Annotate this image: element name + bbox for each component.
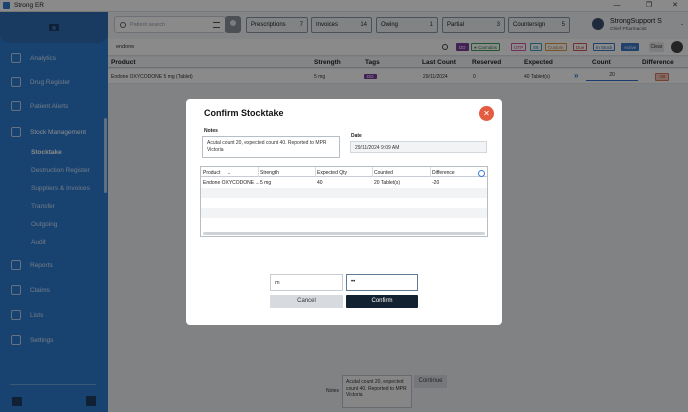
row-counted: 20 Tablet(s) xyxy=(374,180,401,186)
confirm-stocktake-dialog: Confirm Stocktake ✕ Notes Acutal count 2… xyxy=(186,99,502,325)
stocktake-summary-table: Product ⌄ Strength Expected Qty Counted … xyxy=(200,166,488,237)
confirm-button[interactable]: Confirm xyxy=(346,295,418,308)
gear-icon[interactable] xyxy=(478,170,485,177)
date-label: Date xyxy=(351,133,362,139)
col-expected-qty[interactable]: Expected Qty xyxy=(317,170,347,176)
cancel-button[interactable]: Cancel xyxy=(270,295,343,308)
password-input[interactable]: •• xyxy=(346,274,418,291)
dialog-title: Confirm Stocktake xyxy=(204,108,284,118)
col-strength[interactable]: Strength xyxy=(260,170,279,176)
username-input[interactable]: m xyxy=(270,274,343,291)
sort-chevron-icon[interactable]: ⌄ xyxy=(227,170,231,176)
row-product: Endone OXYCODONE ... xyxy=(203,180,260,186)
close-dialog-button[interactable]: ✕ xyxy=(479,106,494,121)
empty-row xyxy=(201,188,487,198)
horizontal-scrollbar[interactable] xyxy=(203,232,485,235)
empty-row xyxy=(201,218,487,228)
date-field: 29/11/2024 9:09 AM xyxy=(350,141,487,153)
col-product[interactable]: Product xyxy=(203,170,220,176)
col-difference[interactable]: Difference xyxy=(432,170,455,176)
row-strength: 5 mg xyxy=(260,180,272,186)
empty-row xyxy=(201,198,487,208)
empty-row xyxy=(201,208,487,218)
row-difference: -20 xyxy=(432,180,440,186)
notes-field[interactable]: Acutal count 20, expected count 40. Repo… xyxy=(202,136,340,158)
col-counted[interactable]: Counted xyxy=(374,170,393,176)
notes-label: Notes xyxy=(204,128,218,134)
table-row[interactable]: Endone OXYCODONE ... 5 mg 40 20 Tablet(s… xyxy=(201,178,487,188)
summary-table-header: Product ⌄ Strength Expected Qty Counted … xyxy=(201,167,487,177)
row-expected: 40 xyxy=(317,180,323,186)
